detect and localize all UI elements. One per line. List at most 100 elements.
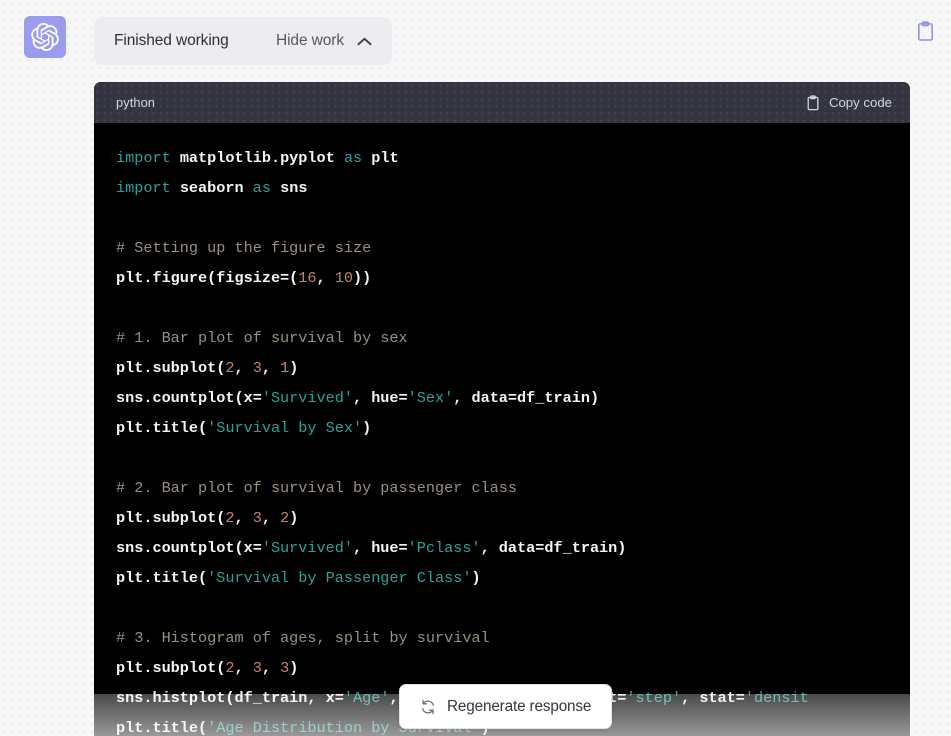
code-token: , stat= — [681, 689, 745, 707]
code-token: 3 — [252, 509, 262, 527]
code-token: , — [234, 509, 253, 527]
copy-code-label: Copy code — [828, 95, 892, 110]
code-token: 'Survival by Passenger Class' — [207, 569, 472, 587]
code-line: plt.title('Survival by Passenger Class') — [116, 563, 888, 593]
code-token: sns.histplot(df_train, x= — [116, 689, 344, 707]
clipboard-icon[interactable] — [913, 18, 937, 44]
code-token: 2 — [225, 359, 235, 377]
code-token: plt.subplot( — [116, 509, 226, 527]
chevron-up-icon — [357, 37, 372, 46]
code-token: 3 — [252, 659, 262, 677]
code-block-header: python Copy code — [94, 82, 910, 123]
code-token: , — [316, 269, 335, 287]
code-token: as — [252, 179, 271, 197]
code-token: 'Pclass' — [407, 539, 481, 557]
code-token: , — [261, 359, 281, 377]
code-language-label: python — [116, 95, 156, 110]
code-token: , — [261, 659, 281, 677]
code-token: )) — [352, 269, 372, 287]
code-token: plt.title( — [116, 419, 208, 437]
code-line: # Setting up the figure size — [116, 233, 888, 263]
code-token: , hue= — [352, 389, 408, 407]
code-token: 'Survival by Sex' — [207, 419, 363, 437]
code-token: import — [116, 149, 171, 167]
code-line: plt.subplot(2, 3, 2) — [116, 503, 888, 533]
code-line: plt.title('Survival by Sex') — [116, 413, 888, 443]
code-token: plt.title( — [116, 719, 208, 736]
code-line: plt.subplot(2, 3, 3) — [116, 653, 888, 683]
code-token: 2 — [225, 509, 235, 527]
code-token: 10 — [334, 269, 353, 287]
code-token: 'Survived' — [261, 539, 353, 557]
code-line: sns.countplot(x='Survived', hue='Pclass'… — [116, 533, 888, 563]
code-token: plt.title( — [116, 569, 208, 587]
code-line: # 1. Bar plot of survival by sex — [116, 323, 888, 353]
code-token: matplotlib.pyplot — [179, 149, 335, 167]
code-token: 'densit — [744, 689, 809, 707]
assistant-avatar — [24, 16, 66, 58]
code-token: , — [234, 359, 253, 377]
code-token: # 2. Bar plot of survival by passenger c… — [116, 479, 518, 497]
code-token: 'Age' — [343, 689, 390, 707]
work-status-label: Finished working — [114, 32, 229, 49]
code-token: , hue= — [352, 539, 408, 557]
code-token: 2 — [280, 509, 290, 527]
code-token: 3 — [280, 659, 290, 677]
code-token: 'Sex' — [407, 389, 454, 407]
finished-working-bar: Finished working Hide work — [94, 17, 392, 65]
code-token: sns.countplot(x= — [116, 389, 262, 407]
code-token: 'Survived' — [261, 389, 353, 407]
refresh-icon — [420, 699, 436, 715]
code-content[interactable]: import matplotlib.pyplot as plt import se… — [94, 123, 910, 736]
code-token: , data=df_train) — [453, 389, 600, 407]
code-line: plt.figure(figsize=(16, 10)) — [116, 263, 888, 293]
code-token: 3 — [252, 359, 262, 377]
code-line: import seaborn as sns — [116, 173, 888, 203]
code-token: , — [234, 659, 253, 677]
clipboard-icon — [806, 94, 820, 111]
code-token: plt.figure(figsize=( — [116, 269, 299, 287]
code-token: plt.subplot( — [116, 659, 226, 677]
code-token: ) — [289, 359, 299, 377]
code-token: # Setting up the figure size — [116, 239, 372, 257]
code-token: ) — [362, 419, 372, 437]
code-token: 16 — [298, 269, 317, 287]
code-token: plt.subplot( — [116, 359, 226, 377]
code-block: python Copy code import matplotlib.pyplo… — [94, 82, 910, 736]
code-token: sns — [280, 179, 308, 197]
code-token: seaborn — [179, 179, 244, 197]
regenerate-response-label: Regenerate response — [447, 697, 592, 715]
code-token: sns.countplot(x= — [116, 539, 262, 557]
code-token: as — [343, 149, 363, 167]
code-token: # 1. Bar plot of survival by sex — [116, 329, 408, 347]
code-token: , data=df_train) — [480, 539, 627, 557]
code-token: ) — [471, 569, 481, 587]
code-token: # 3. Histogram of ages, split by surviva… — [116, 629, 490, 647]
code-line: plt.subplot(2, 3, 1) — [116, 353, 888, 383]
hide-work-label: Hide work — [275, 32, 344, 49]
code-token: 1 — [280, 359, 290, 377]
code-line: # 3. Histogram of ages, split by surviva… — [116, 623, 888, 653]
code-token: ) — [289, 659, 299, 677]
code-line: # 2. Bar plot of survival by passenger c… — [116, 473, 888, 503]
openai-logo-icon — [31, 23, 59, 51]
code-token: 'step' — [626, 689, 682, 707]
code-token: , — [261, 509, 281, 527]
code-token: ) — [289, 509, 299, 527]
copy-code-button[interactable]: Copy code — [806, 94, 892, 111]
code-token: 2 — [225, 659, 235, 677]
code-line: import matplotlib.pyplot as plt — [116, 143, 888, 173]
code-line: sns.countplot(x='Survived', hue='Sex', d… — [116, 383, 888, 413]
hide-work-button[interactable]: Hide work — [276, 32, 372, 50]
regenerate-response-button[interactable]: Regenerate response — [399, 684, 613, 729]
